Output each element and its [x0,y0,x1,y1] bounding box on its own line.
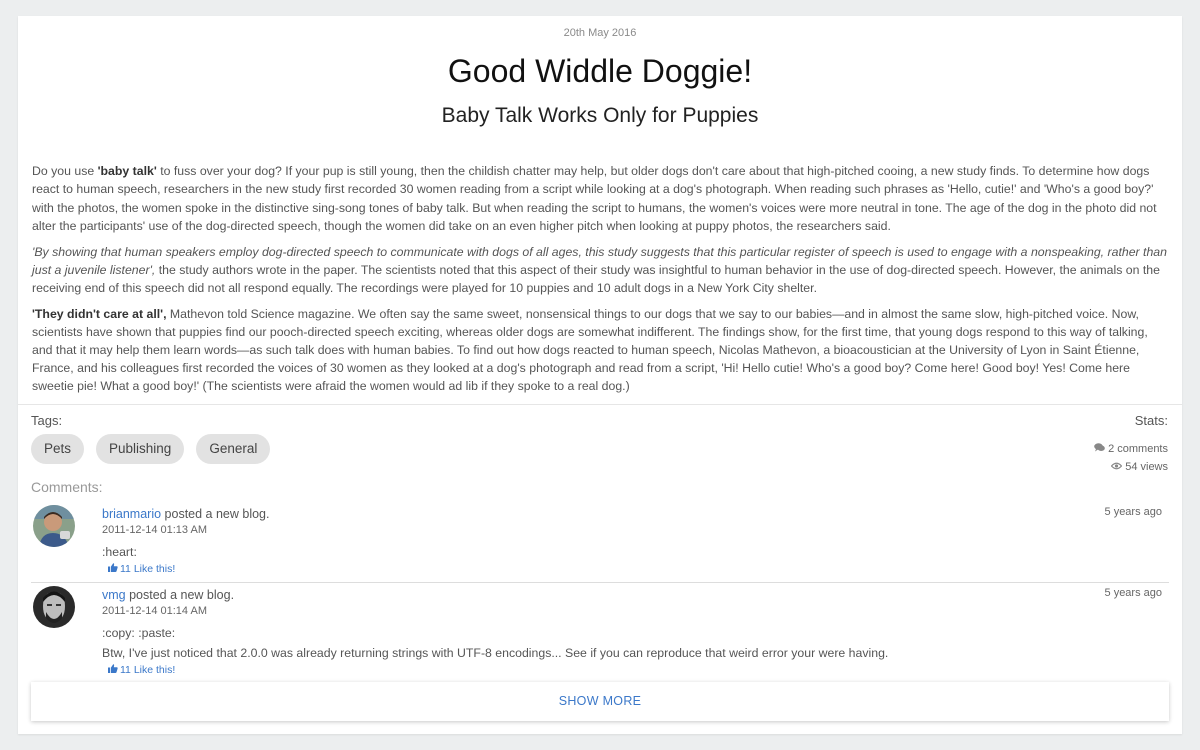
show-more-button[interactable]: SHOW MORE [31,682,1169,721]
thumbs-up-icon [108,563,118,575]
comments-count: 2 comments [1108,442,1168,455]
comment-item: vmg posted a new blog. 2011-12-14 01:14 … [31,586,1169,678]
tag-general[interactable]: General [196,433,271,464]
comment-text: :heart: [102,545,137,559]
comment-action: posted a new blog. [161,507,270,521]
comment-text: Btw, I've just noticed that 2.0.0 was al… [102,646,889,660]
meta-row: Tags: Stats: Pets Publishing General 2 c… [18,405,1182,475]
comment-text: :copy: :paste: [102,626,176,640]
paragraph-text: Mathevon told Science magazine. We often… [32,307,1148,394]
eye-icon [1110,458,1123,476]
like-button[interactable]: 11 Like this! [108,664,1102,676]
tag-publishing[interactable]: Publishing [96,433,185,464]
like-count: 11 Like this! [120,563,176,575]
comment-divider [31,582,1169,583]
comment-timestamp: 2011-12-14 01:14 AM [102,605,207,617]
paragraph-3: 'They didn't care at all', Mathevon told… [32,305,1168,395]
comment-username[interactable]: brianmario [102,507,161,521]
like-button[interactable]: 11 Like this! [108,563,1102,575]
views-stat: 54 views [1094,458,1168,476]
avatar[interactable] [33,586,75,628]
tag-list: Pets Publishing General [31,433,271,464]
comments-stat: 2 comments [1094,440,1168,458]
bold-quote: 'They didn't care at all', [32,307,167,322]
blog-post-card: 20th May 2016 Good Widdle Doggie! Baby T… [18,16,1182,734]
post-subtitle: Baby Talk Works Only for Puppies [441,104,759,128]
thumbs-up-icon [108,664,118,676]
like-count: 11 Like this! [120,664,176,676]
comment-content: brianmario posted a new blog. 2011-12-14… [102,505,1102,575]
comment-item: brianmario posted a new blog. 2011-12-14… [31,505,1169,577]
comment-header: vmg posted a new blog. [102,586,1102,604]
post-title: Good Widdle Doggie! [447,53,753,89]
paragraph-1: Do you use 'baby talk' to fuss over your… [32,162,1168,234]
comment-time-ago: 5 years ago [1104,587,1162,599]
stats: 2 comments 54 views [1094,440,1168,476]
comment-action: posted a new blog. [125,588,235,602]
paragraph-2: 'By showing that human speakers employ d… [32,243,1168,297]
avatar[interactable] [33,505,75,547]
views-count: 54 views [1125,460,1168,473]
tags-label: Tags: [31,412,63,428]
comments-label: Comments: [31,479,103,495]
tag-pets[interactable]: Pets [31,433,85,464]
comment-header: brianmario posted a new blog. [102,505,1102,523]
comment-username[interactable]: vmg [102,588,126,602]
post-body: Do you use 'baby talk' to fuss over your… [18,162,1182,395]
stats-label: Stats: [1134,412,1168,428]
comment-content: vmg posted a new blog. 2011-12-14 01:14 … [102,586,1102,676]
bold-phrase: 'baby talk' [97,164,157,179]
comment-timestamp: 2011-12-14 01:13 AM [102,524,207,536]
paragraph-text: to fuss over your dog? If your pup is st… [32,164,1157,233]
comment-time-ago: 5 years ago [1104,506,1162,518]
paragraph-text: Do you use [32,164,98,179]
paragraph-text: the study authors wrote in the paper. Th… [32,262,1160,295]
comment-icon [1094,440,1105,458]
post-date: 20th May 2016 [563,27,637,39]
